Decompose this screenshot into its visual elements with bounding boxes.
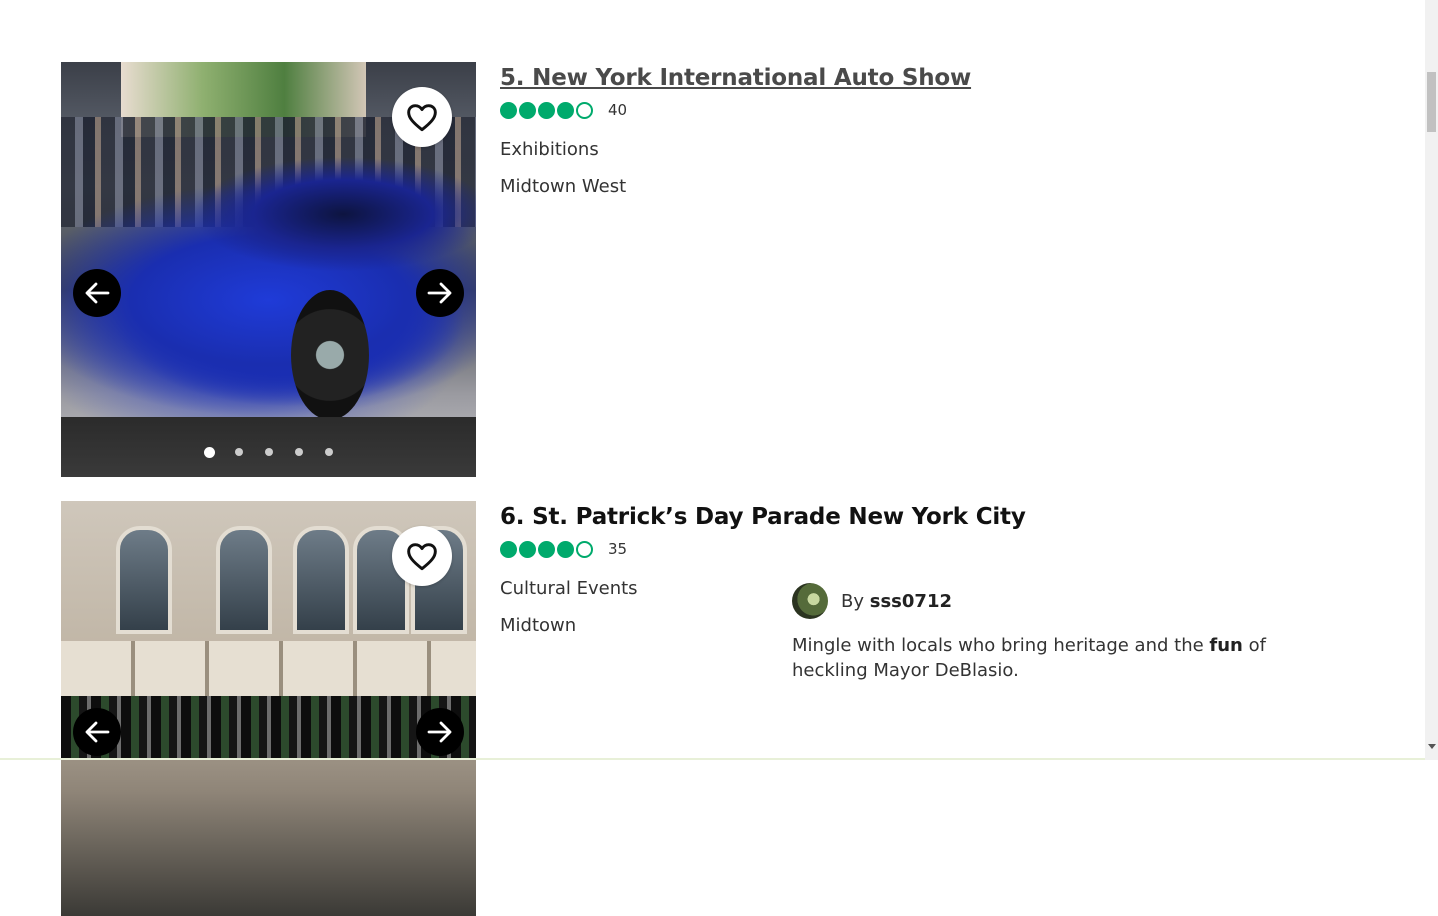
rating-row[interactable]: 40 <box>500 95 1400 125</box>
attraction-info: 5. New York International Auto Show 40 E… <box>500 62 1400 198</box>
scrollbar-thumb[interactable] <box>1427 72 1436 132</box>
next-photo-button[interactable] <box>416 708 464 756</box>
photo-subject <box>61 157 476 417</box>
review-byline: By sss0712 <box>841 591 952 612</box>
heart-icon <box>407 104 437 132</box>
page-scrollbar[interactable] <box>1425 0 1438 760</box>
arrow-right-icon <box>427 282 452 304</box>
rating-bubble-full <box>519 540 536 558</box>
pagination-dot[interactable] <box>233 446 245 458</box>
photo-detail <box>293 526 349 634</box>
review-count[interactable]: 35 <box>608 540 627 558</box>
rating-bubble-full <box>500 101 517 119</box>
avatar[interactable] <box>792 583 828 619</box>
rating-bubble-full <box>500 540 517 558</box>
attraction-title-link[interactable]: 6. St. Patrick’s Day Parade New York Cit… <box>500 504 1026 530</box>
arrow-left-icon <box>85 282 110 304</box>
review-count[interactable]: 40 <box>608 101 627 119</box>
photo-detail <box>116 526 172 634</box>
attraction-info: 6. St. Patrick’s Day Parade New York Cit… <box>500 501 1400 681</box>
attraction-title-link[interactable]: 5. New York International Auto Show <box>500 65 971 91</box>
photo-pagination <box>203 446 335 458</box>
save-button[interactable] <box>392 526 452 586</box>
review-snippet: By sss0712 Mingle with locals who bring … <box>792 583 1312 683</box>
arrow-left-icon <box>85 721 110 743</box>
review-author: By sss0712 <box>792 583 1312 619</box>
photo-background <box>61 641 476 701</box>
previous-photo-button[interactable] <box>73 708 121 756</box>
arrow-right-icon <box>427 721 452 743</box>
rating-bubble-full <box>519 101 536 119</box>
pagination-dot[interactable] <box>293 446 305 458</box>
rating-bubbles <box>500 540 593 558</box>
scroll-down-arrow-icon[interactable] <box>1428 744 1436 749</box>
rating-bubble-full <box>557 540 574 558</box>
pagination-dot[interactable] <box>263 446 275 458</box>
pagination-dot[interactable] <box>323 446 335 458</box>
save-button[interactable] <box>392 87 452 147</box>
attraction-photo[interactable] <box>61 501 476 916</box>
pagination-dot[interactable] <box>203 446 215 458</box>
review-text[interactable]: Mingle with locals who bring heritage an… <box>792 633 1312 683</box>
review-text-part: Mingle with locals who bring heritage an… <box>792 635 1210 656</box>
review-text-highlight: fun <box>1209 635 1243 656</box>
rating-row[interactable]: 35 <box>500 534 1400 564</box>
attraction-photo[interactable] <box>61 62 476 477</box>
heart-icon <box>407 543 437 571</box>
rating-bubble-full <box>538 540 555 558</box>
reviewer-username[interactable]: sss0712 <box>870 591 952 612</box>
photo-detail <box>291 290 369 420</box>
photo-detail <box>216 526 272 634</box>
photo-subject <box>61 696 476 760</box>
rating-bubble-full <box>538 101 555 119</box>
by-label: By <box>841 590 865 612</box>
attraction-neighborhood: Midtown West <box>500 176 627 197</box>
attraction-category: Exhibitions <box>500 139 599 160</box>
rating-bubble-empty <box>576 101 593 119</box>
rating-bubbles <box>500 101 593 119</box>
next-photo-button[interactable] <box>416 269 464 317</box>
rating-bubble-full <box>557 101 574 119</box>
rating-bubble-empty <box>576 540 593 558</box>
previous-photo-button[interactable] <box>73 269 121 317</box>
